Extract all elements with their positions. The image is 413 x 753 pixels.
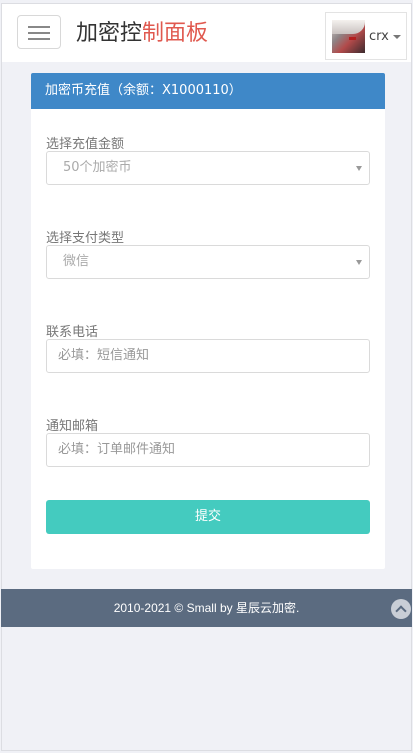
phone-label: 联系电话	[46, 325, 99, 340]
email-placeholder: 必填：订单邮件通知	[58, 442, 176, 457]
top-navbar: 加密控制面板 crx	[2, 4, 411, 62]
menu-icon-bar	[28, 32, 50, 34]
footer: 2010-2021 © Small by 星辰云加密.	[1, 589, 412, 627]
username: crx	[369, 29, 389, 44]
brand-accent: 制面板	[142, 21, 209, 46]
brand-title: 加密控制面板	[76, 20, 208, 48]
back-to-top-button[interactable]	[391, 599, 411, 619]
submit-button[interactable]: 提交	[46, 500, 370, 534]
avatar	[332, 20, 365, 53]
menu-icon	[28, 26, 50, 28]
amount-select[interactable]: 50个加密币	[46, 151, 370, 185]
avatar-eye	[349, 37, 356, 40]
phone-placeholder: 必填：短信通知	[58, 348, 150, 363]
amount-selected-value: 50个加密币	[63, 160, 132, 175]
phone-input[interactable]: 必填：短信通知	[46, 339, 370, 373]
email-label: 通知邮箱	[46, 419, 99, 434]
recharge-panel: 加密币充值（余额：X1000110） 选择充值金额 50个加密币 选择支付类型 …	[31, 73, 385, 569]
panel-title: 加密币充值（余额：X1000110）	[31, 73, 385, 109]
email-input[interactable]: 必填：订单邮件通知	[46, 433, 370, 467]
pay-type-label: 选择支付类型	[46, 231, 125, 246]
amount-label: 选择充值金额	[46, 137, 125, 152]
menu-icon-bar	[28, 38, 50, 40]
footer-copyright: 2010-2021 © Small by 星辰云加密.	[113, 601, 300, 615]
caret-down-icon	[356, 166, 362, 171]
menu-toggle-button[interactable]	[17, 15, 61, 49]
avatar-hair	[332, 20, 365, 34]
caret-down-icon	[393, 35, 401, 39]
pay-type-select[interactable]: 微信	[46, 245, 370, 279]
caret-down-icon	[356, 260, 362, 265]
user-menu[interactable]: crx	[325, 12, 407, 60]
pay-type-selected-value: 微信	[63, 254, 90, 269]
brand-main: 加密控	[76, 21, 143, 46]
